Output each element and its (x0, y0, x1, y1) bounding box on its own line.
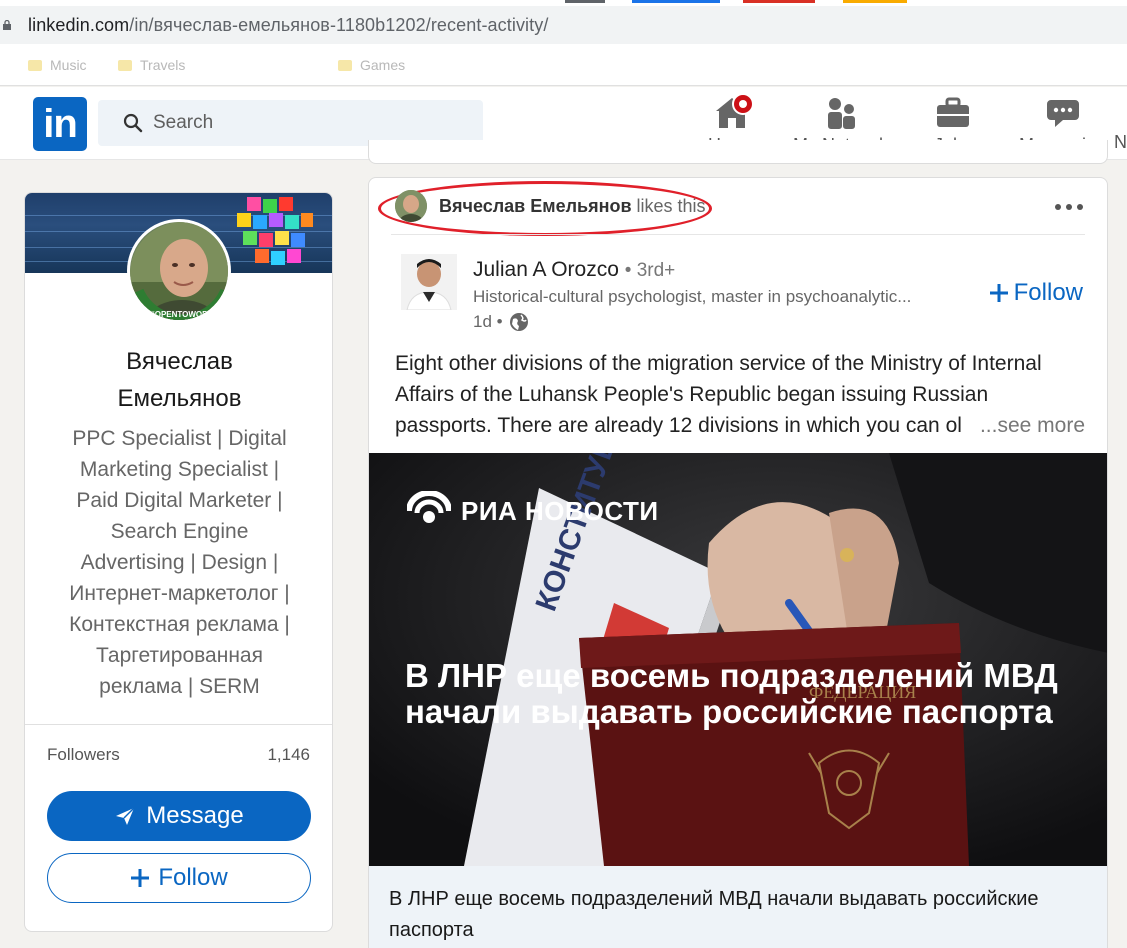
liker-action: likes this (636, 196, 706, 216)
url-host: linkedin.com (28, 15, 130, 35)
tab-indicator (632, 0, 720, 3)
author-headline: Historical-cultural psychologist, master… (473, 287, 912, 306)
globe-icon (509, 313, 528, 331)
profile-headline: PPC Specialist | Digital Marketing Speci… (45, 423, 314, 702)
follow-button-label: Follow (158, 864, 228, 891)
headline-line: PPC Specialist | Digital (72, 427, 287, 450)
opentowork-badge: #OPENTOWORK (150, 310, 214, 319)
bookmark-label: Travels (140, 57, 186, 73)
plus-icon (989, 284, 1008, 302)
url-path: /in/вячеслав-емельянов-1180b1202/recent-… (129, 15, 549, 35)
headline-line: Таргетированная (96, 644, 263, 667)
bookmark-games[interactable]: Games (338, 57, 405, 73)
bookmark-label: Music (50, 57, 87, 73)
profile-card: #OPENTOWORK Вячеслав Емельянов PPC Speci… (24, 192, 333, 932)
folder-icon (28, 59, 42, 71)
profile-name-line: Емельянов (117, 385, 242, 412)
ria-brand-text: РИА НОВОСТИ (461, 495, 659, 526)
bookmark-music[interactable]: Music (28, 57, 87, 73)
message-button-label: Message (146, 802, 244, 829)
follow-profile-button[interactable]: Follow (47, 853, 311, 903)
address-bar[interactable]: linkedin.com/in/вячеслав-емельянов-1180b… (0, 6, 1127, 44)
follow-author-button[interactable]: Follow (989, 279, 1083, 307)
plus-icon (131, 869, 150, 887)
nav-label-cut: N (1114, 132, 1127, 152)
linkedin-logo[interactable]: in (33, 97, 87, 151)
notification-badge (732, 93, 754, 115)
author-name[interactable]: Julian A Orozco • 3rd+ (473, 258, 675, 282)
ria-logo-icon (407, 491, 451, 523)
post-text-line: passports. There are already 12 division… (395, 414, 962, 437)
profile-name-line: Вячеслав (126, 348, 233, 375)
liker-name[interactable]: Вячеслав Емельянов (439, 196, 632, 216)
timestamp-text: 1d • (473, 312, 503, 331)
followers-count: 1,146 (267, 745, 310, 764)
bookmark-label: Games (360, 57, 406, 73)
tab-indicator (843, 0, 907, 3)
headline-line: реклама | SERM (99, 675, 260, 698)
headline-line: Paid Digital Marketer | (76, 489, 283, 512)
tab-indicator (565, 0, 605, 3)
followers-label: Followers (47, 745, 120, 764)
link-caption-text: В ЛНР еще восемь подразделений МВД начал… (389, 888, 1039, 941)
link-preview-caption[interactable]: В ЛНР еще восемь подразделений МВД начал… (369, 866, 1107, 948)
connection-degree: • 3rd+ (624, 260, 676, 281)
see-more-link[interactable]: ...see more (980, 410, 1085, 441)
post-image[interactable]: КОНСТИТУЦИЯ ФЕДЕРАЦИЯ РИА НОВОСТИ В ЛНР … (369, 453, 1107, 866)
people-icon (823, 95, 859, 131)
divider (391, 234, 1085, 235)
author-avatar[interactable] (401, 254, 457, 310)
folder-icon (118, 59, 132, 71)
ria-novosti-logo: РИА НОВОСТИ (407, 491, 659, 531)
bookmark-travels[interactable]: Travels (118, 57, 185, 73)
briefcase-icon (935, 95, 971, 131)
more-options-icon[interactable] (1055, 204, 1083, 210)
folder-icon (338, 59, 352, 71)
liker-avatar[interactable] (395, 190, 427, 222)
message-button[interactable]: Message (47, 791, 311, 841)
previous-post-card (368, 140, 1108, 164)
tab-indicator (743, 0, 815, 3)
likes-this-text: Вячеслав Емельянов likes this (439, 196, 706, 217)
post-text-line: Affairs of the Luhansk People's Republic… (395, 383, 989, 406)
headline-line: Интернет-маркетолог | (69, 582, 290, 605)
headline-line: Marketing Specialist | (79, 458, 280, 481)
post-body-text: Eight other divisions of the migration s… (395, 348, 1085, 441)
lock-icon (3, 20, 11, 30)
post-text-line: Eight other divisions of the migration s… (395, 352, 1042, 375)
chat-icon (1045, 95, 1081, 131)
search-placeholder: Search (153, 112, 214, 133)
home-icon (714, 93, 754, 131)
post-timestamp: 1d • (473, 312, 529, 332)
image-headline: В ЛНР еще восемь подразделений МВД начал… (405, 657, 1058, 730)
profile-photo[interactable]: #OPENTOWORK (127, 219, 231, 323)
url-text[interactable]: linkedin.com/in/вячеслав-емельянов-1180b… (28, 15, 548, 36)
headline-line: Search Engine (110, 520, 249, 543)
send-icon (116, 807, 135, 825)
author-name-text: Julian A Orozco (473, 258, 619, 281)
headline-line: Advertising | Design | (80, 551, 279, 574)
post-social-header: Вячеслав Емельянов likes this (369, 178, 1107, 236)
divider (25, 724, 332, 725)
follow-author-label: Follow (1013, 279, 1083, 306)
search-icon (123, 113, 143, 133)
bookmarks-bar: Music Travels Games (0, 44, 1127, 86)
profile-name: Вячеслав Емельянов (25, 343, 332, 417)
headline-line: Контекстная реклама | (69, 613, 290, 636)
feed-post: Вячеслав Емельянов likes this Julian A O… (368, 177, 1108, 948)
